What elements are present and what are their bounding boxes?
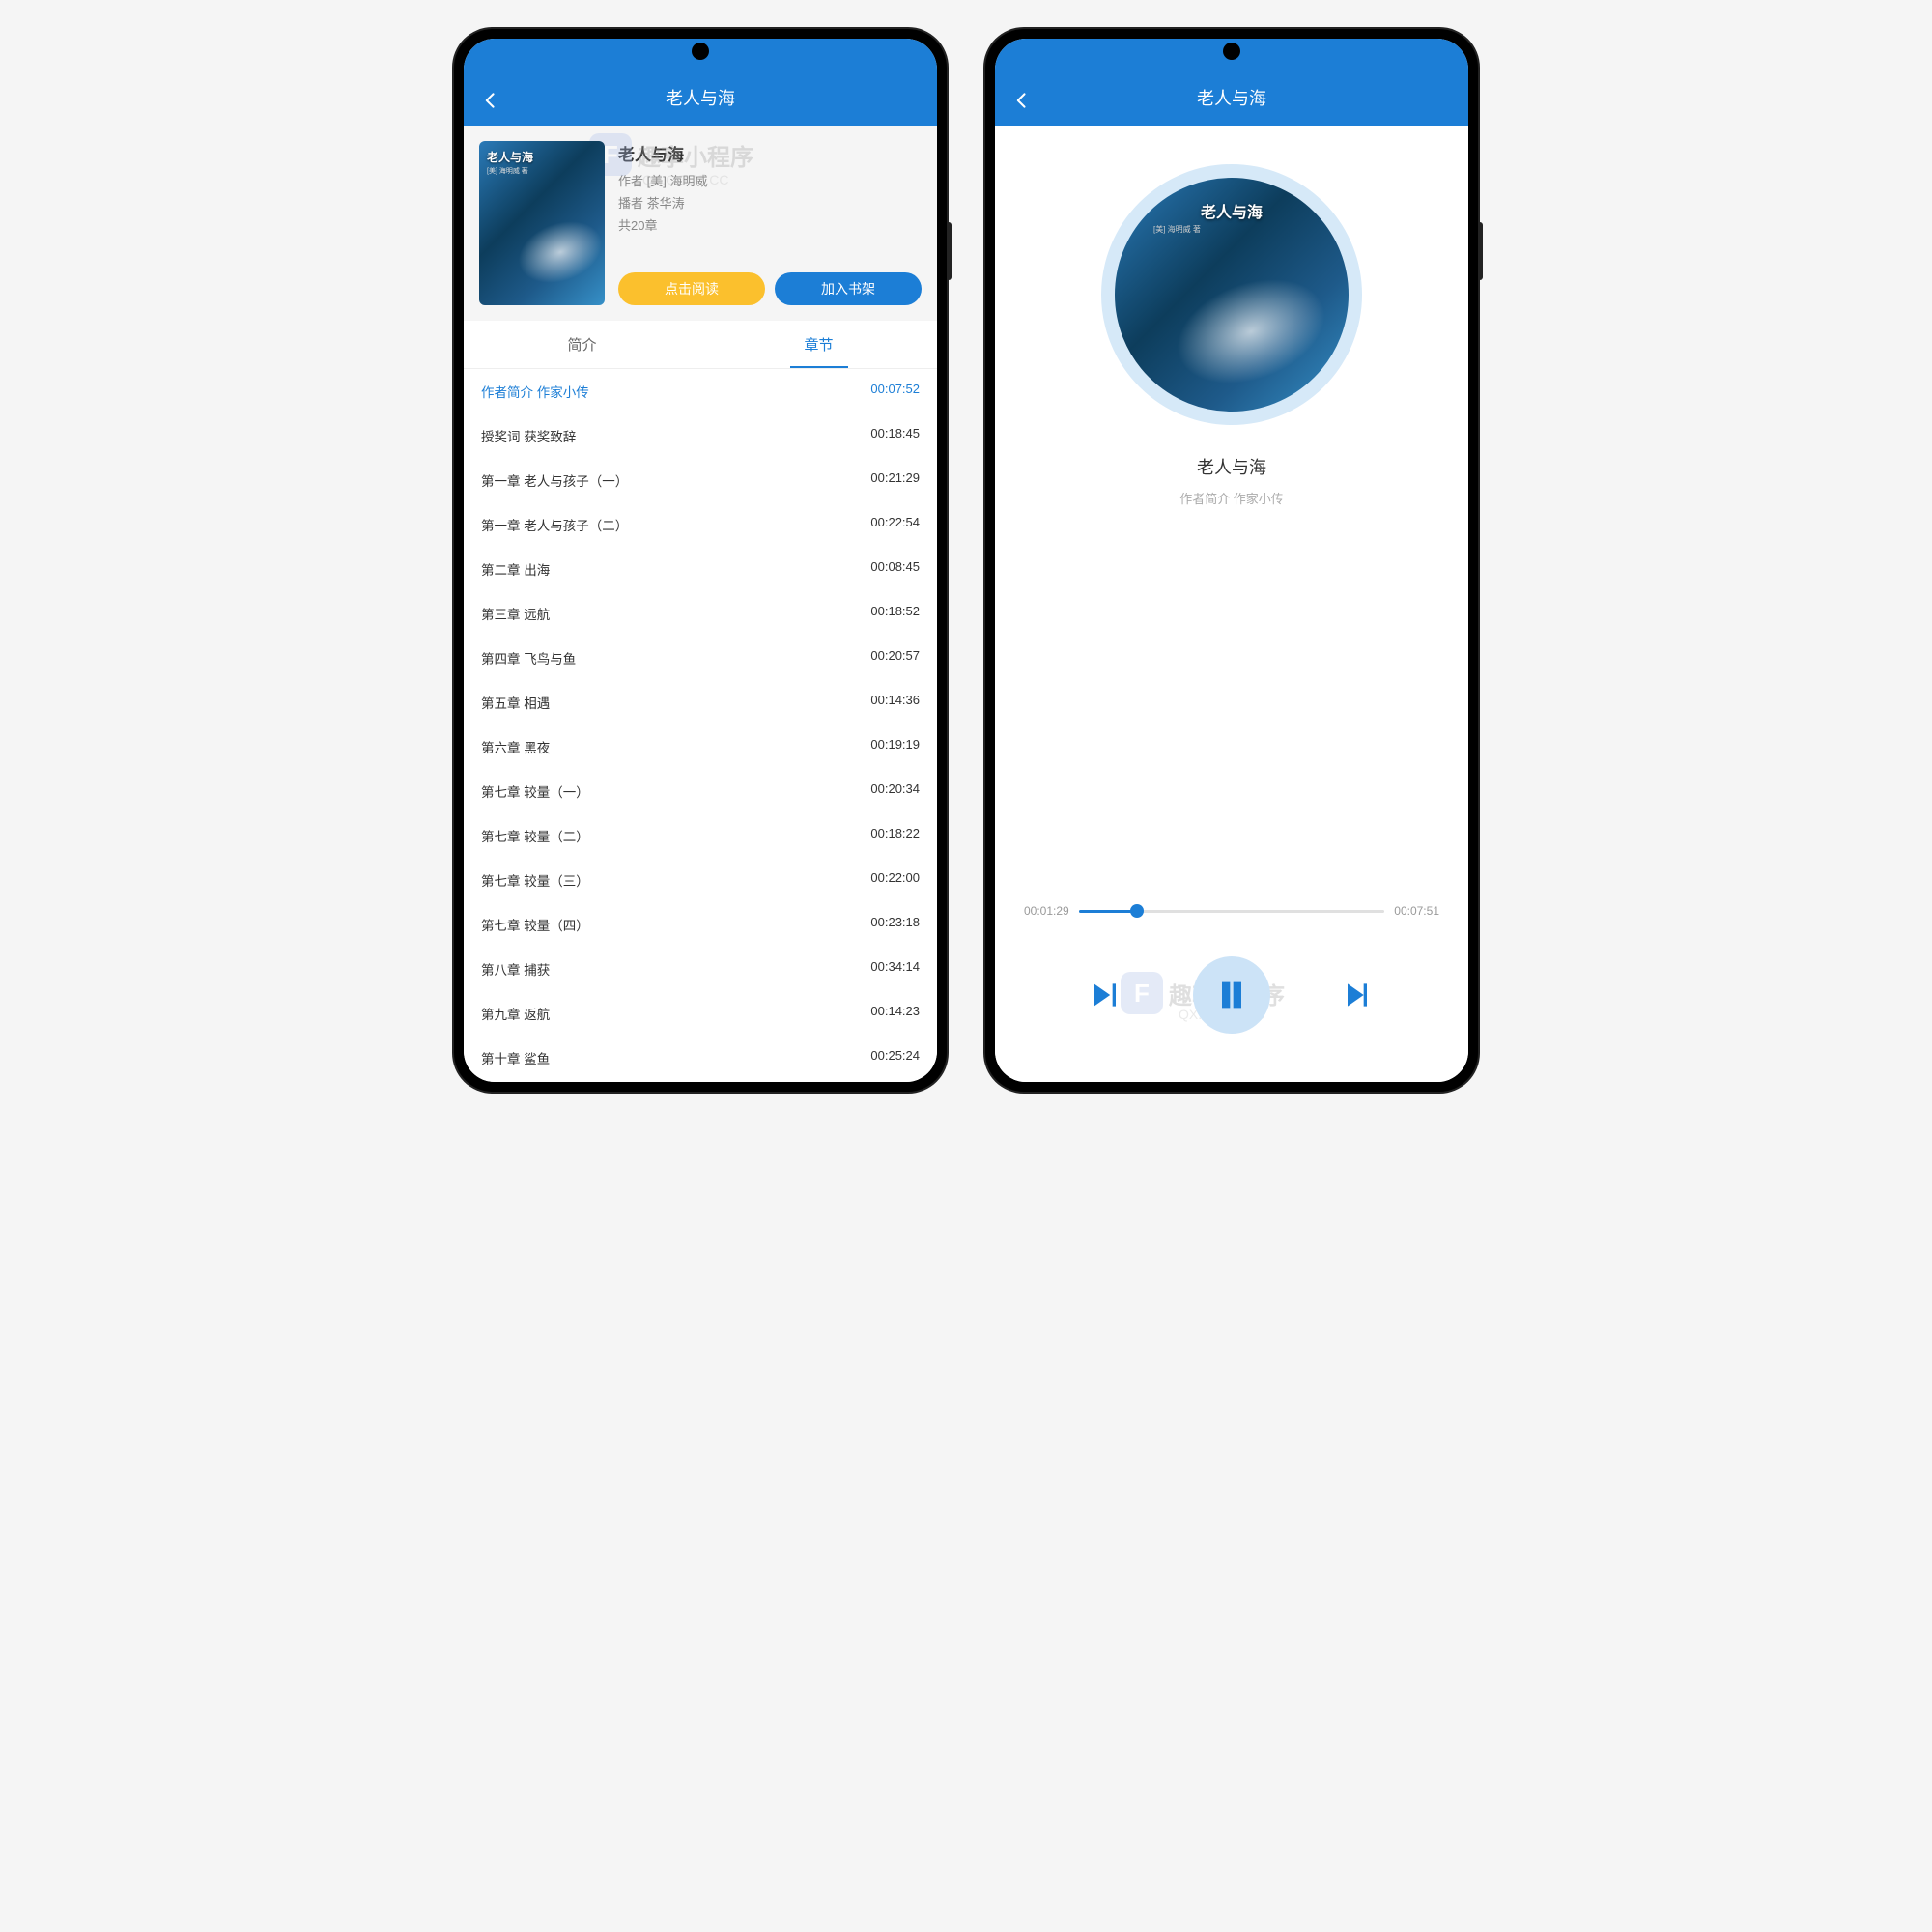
album-title-overlay: 老人与海 <box>1201 199 1263 222</box>
chapter-duration: 00:07:52 <box>870 382 920 401</box>
chapter-name: 第九章 返航 <box>481 1004 550 1023</box>
book-meta: 老人与海 作者 [美] 海明威 播者 茶华涛 共20章 点击阅读 加入书架 <box>618 141 922 305</box>
screen-right: 老人与海 老人与海 [美] 海明威 著 老人与海 作者简介 作家小传 00:01… <box>995 39 1468 1082</box>
progress-bar[interactable] <box>1079 910 1385 913</box>
chapter-duration: 00:25:24 <box>870 1048 920 1067</box>
read-button[interactable]: 点击阅读 <box>618 272 765 305</box>
chapter-row[interactable]: 第九章 返航 00:14:23 <box>464 991 937 1036</box>
book-info-section: F趣享小程序 QX.OOVC.CC 老人与海 [美] 海明威 著 老人与海 作者… <box>464 126 937 321</box>
chapter-name: 第二章 出海 <box>481 559 550 579</box>
chapter-row[interactable]: 第六章 黑夜 00:19:19 <box>464 724 937 769</box>
tab-intro[interactable]: 简介 <box>464 321 700 368</box>
chapter-row[interactable]: 第一章 老人与孩子（一） 00:21:29 <box>464 458 937 502</box>
chapter-row[interactable]: 第八章 捕获 00:34:14 <box>464 947 937 991</box>
chapter-duration: 00:14:36 <box>870 693 920 712</box>
back-icon[interactable] <box>481 91 500 110</box>
book-cover[interactable]: 老人与海 [美] 海明威 著 <box>479 141 605 305</box>
previous-button[interactable] <box>1087 976 1125 1014</box>
chapter-duration: 00:20:34 <box>870 781 920 801</box>
chapter-name: 第三章 远航 <box>481 604 550 623</box>
player-body: 老人与海 [美] 海明威 著 老人与海 作者简介 作家小传 00:01:29 0… <box>995 126 1468 1082</box>
chapter-row[interactable]: 第二章 出海 00:08:45 <box>464 547 937 591</box>
chapter-duration: 00:08:45 <box>870 559 920 579</box>
chapter-duration: 00:18:22 <box>870 826 920 845</box>
chapter-list[interactable]: 作者简介 作家小传 00:07:52 授奖词 获奖致辞 00:18:45 第一章 老人与… <box>464 369 937 1082</box>
chapter-duration: 00:18:52 <box>870 604 920 623</box>
total-time: 00:07:51 <box>1394 904 1439 918</box>
current-time: 00:01:29 <box>1024 904 1069 918</box>
player-controls <box>1024 956 1439 1034</box>
chapter-row[interactable]: 第一章 老人与孩子（二） 00:22:54 <box>464 502 937 547</box>
tab-chapters[interactable]: 章节 <box>700 321 937 368</box>
chapter-row[interactable]: 第七章 较量（二） 00:18:22 <box>464 813 937 858</box>
add-shelf-button[interactable]: 加入书架 <box>775 272 922 305</box>
chapter-name: 第七章 较量（二） <box>481 826 589 845</box>
chapter-row[interactable]: 第四章 飞鸟与鱼 00:20:57 <box>464 636 937 680</box>
camera-cutout <box>1223 43 1240 60</box>
book-title: 老人与海 <box>618 141 922 165</box>
chapter-duration: 00:22:00 <box>870 870 920 890</box>
chapter-row[interactable]: 授奖词 获奖致辞 00:18:45 <box>464 413 937 458</box>
phone-frame-left: 老人与海 F趣享小程序 QX.OOVC.CC 老人与海 [美] 海明威 著 老人… <box>454 29 947 1092</box>
progress-fill <box>1079 910 1137 913</box>
chapter-duration: 00:23:18 <box>870 915 920 934</box>
pause-button[interactable] <box>1193 956 1270 1034</box>
chapter-row[interactable]: 第五章 相遇 00:14:36 <box>464 680 937 724</box>
album-art: 老人与海 [美] 海明威 著 <box>1101 164 1362 425</box>
tabs: 简介 章节 <box>464 321 937 369</box>
chapter-duration: 00:14:23 <box>870 1004 920 1023</box>
chapter-name: 授奖词 获奖致辞 <box>481 426 576 445</box>
chapter-name: 第一章 老人与孩子（二） <box>481 515 628 534</box>
chapter-row[interactable]: 第七章 较量（一） 00:20:34 <box>464 769 937 813</box>
next-button[interactable] <box>1338 976 1377 1014</box>
camera-cutout <box>692 43 709 60</box>
cover-title: 老人与海 <box>487 149 533 165</box>
chapter-count: 共20章 <box>618 215 922 234</box>
chapter-name: 作者简介 作家小传 <box>481 382 589 401</box>
chapter-duration: 00:34:14 <box>870 959 920 979</box>
chapter-duration: 00:22:54 <box>870 515 920 534</box>
chapter-name: 第一章 老人与孩子（一） <box>481 470 628 490</box>
back-icon[interactable] <box>1012 91 1032 110</box>
chapter-name: 第七章 较量（四） <box>481 915 589 934</box>
chapter-duration: 00:20:57 <box>870 648 920 668</box>
screen-left: 老人与海 F趣享小程序 QX.OOVC.CC 老人与海 [美] 海明威 著 老人… <box>464 39 937 1082</box>
header-title: 老人与海 <box>1014 85 1449 110</box>
chapter-name: 第七章 较量（三） <box>481 870 589 890</box>
chapter-name: 第六章 黑夜 <box>481 737 550 756</box>
chapter-name: 第七章 较量（一） <box>481 781 589 801</box>
chapter-row[interactable]: 第十章 鲨鱼 00:25:24 <box>464 1036 937 1080</box>
cover-subtitle: [美] 海明威 著 <box>487 166 528 176</box>
chapter-name: 第八章 捕获 <box>481 959 550 979</box>
chapter-row[interactable]: 第七章 较量（四） 00:23:18 <box>464 902 937 947</box>
author-line: 作者 [美] 海明威 <box>618 171 922 189</box>
chapter-duration: 00:19:19 <box>870 737 920 756</box>
chapter-row[interactable]: 第七章 较量（三） 00:22:00 <box>464 858 937 902</box>
player-subtitle: 作者简介 作家小传 <box>1179 489 1284 507</box>
progress-thumb[interactable] <box>1130 904 1144 918</box>
chapter-name: 第四章 飞鸟与鱼 <box>481 648 576 668</box>
chapter-duration: 00:18:45 <box>870 426 920 445</box>
chapter-name: 第十章 鲨鱼 <box>481 1048 550 1067</box>
chapter-duration: 00:21:29 <box>870 470 920 490</box>
chapter-row[interactable]: 第十一章 战斗（一）00:22:31 <box>464 1080 937 1082</box>
phone-frame-right: 老人与海 老人与海 [美] 海明威 著 老人与海 作者简介 作家小传 00:01… <box>985 29 1478 1092</box>
header-title: 老人与海 <box>483 85 918 110</box>
chapter-row[interactable]: 作者简介 作家小传 00:07:52 <box>464 369 937 413</box>
narrator-line: 播者 茶华涛 <box>618 193 922 212</box>
album-sub-overlay: [美] 海明威 著 <box>1153 224 1201 235</box>
chapter-row[interactable]: 第三章 远航 00:18:52 <box>464 591 937 636</box>
player-title: 老人与海 <box>1197 454 1266 479</box>
chapter-name: 第五章 相遇 <box>481 693 550 712</box>
progress-section: 00:01:29 00:07:51 <box>1024 904 1439 918</box>
